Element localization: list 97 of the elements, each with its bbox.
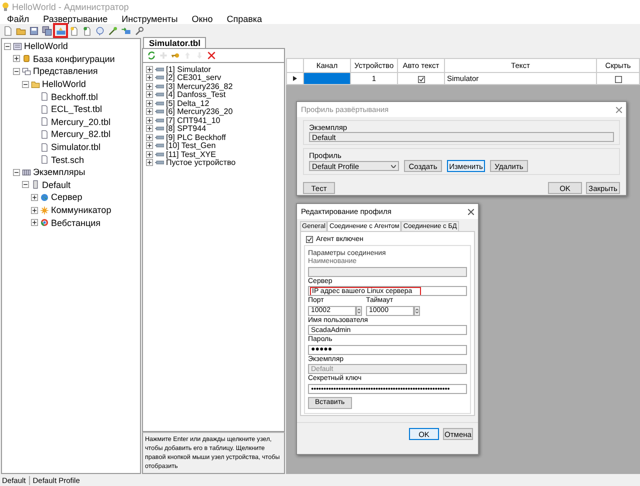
- spinner-icon[interactable]: [414, 306, 420, 316]
- tree-item[interactable]: HelloWorld: [42, 79, 86, 90]
- wand-icon[interactable]: [107, 24, 119, 36]
- collapse-icon[interactable]: [13, 68, 20, 75]
- menu-item[interactable]: Инструменты: [120, 14, 179, 24]
- upload-icon[interactable]: [54, 24, 67, 37]
- device-icon: [155, 100, 164, 106]
- tree-item[interactable]: [7] СПТ941_10: [166, 116, 220, 125]
- expand-icon[interactable]: [146, 150, 153, 158]
- windows-icon: [22, 66, 31, 76]
- tree-item[interactable]: [2] CE301_serv: [166, 73, 222, 82]
- table-cell[interactable]: [304, 72, 350, 84]
- document-icon[interactable]: [81, 24, 93, 36]
- database-icon: [22, 54, 31, 64]
- new-file-icon[interactable]: [2, 24, 14, 36]
- expand-icon[interactable]: [31, 219, 38, 226]
- tree-item[interactable]: Коммуникатор: [51, 205, 112, 216]
- document-icon[interactable]: [68, 24, 80, 36]
- tree-item[interactable]: Simulator.tbl: [51, 142, 101, 152]
- expand-icon[interactable]: [146, 91, 153, 98]
- browser-icon: [40, 218, 49, 228]
- key-icon[interactable]: [171, 51, 180, 60]
- tree-item[interactable]: Пустое устройство: [166, 158, 236, 168]
- device-icon: [155, 160, 164, 166]
- tree-item[interactable]: ECL_Test.tbl: [51, 104, 102, 114]
- device-icon: [31, 180, 40, 190]
- expand-icon[interactable]: [31, 206, 38, 214]
- folder-icon: [31, 80, 40, 89]
- lightbulb-icon: [2, 2, 9, 11]
- menu-item[interactable]: Развертывание: [42, 14, 109, 24]
- checkbox[interactable]: [614, 76, 622, 83]
- expand-icon[interactable]: [146, 116, 153, 124]
- tree-item[interactable]: Test.sch: [51, 154, 84, 165]
- server-rack-icon: [22, 168, 31, 177]
- tree-item[interactable]: [4] Danfoss_Test: [166, 90, 226, 100]
- save-all-icon[interactable]: [41, 24, 53, 36]
- tree-item[interactable]: [9] PLC Beckhoff: [166, 132, 226, 142]
- expand-icon[interactable]: [146, 108, 153, 116]
- device-icon: [155, 66, 164, 72]
- tree-item[interactable]: HelloWorld: [24, 41, 68, 52]
- collapse-icon[interactable]: [13, 168, 20, 176]
- device-icon: [155, 152, 164, 157]
- delete-icon[interactable]: [207, 51, 216, 60]
- tree-item[interactable]: Сервер: [51, 192, 82, 202]
- device-icon: [155, 126, 164, 132]
- checkbox[interactable]: [418, 76, 424, 83]
- device-icon: [155, 118, 164, 123]
- device-icon: [155, 143, 164, 148]
- expand-icon[interactable]: [146, 82, 153, 90]
- expand-icon[interactable]: [13, 55, 20, 62]
- tree-item[interactable]: Default: [42, 180, 71, 190]
- tree-item[interactable]: Экземпляры: [33, 167, 86, 178]
- menu-item[interactable]: Окно: [190, 14, 214, 24]
- expand-icon[interactable]: [146, 66, 153, 73]
- expand-icon[interactable]: [146, 125, 153, 132]
- tree-item[interactable]: Mercury_20.tbl: [51, 116, 111, 127]
- expand-icon[interactable]: [146, 159, 153, 166]
- project-icon: [13, 42, 22, 51]
- device-icon: [155, 109, 164, 114]
- device-icon: [155, 134, 164, 140]
- menu-item[interactable]: Справка: [226, 14, 264, 24]
- tree-item[interactable]: [11] Test_XYE: [166, 150, 216, 159]
- expand-icon[interactable]: [31, 194, 38, 201]
- tree-item[interactable]: Вебстанция: [51, 218, 101, 228]
- sun-icon: [40, 206, 49, 215]
- collapse-icon[interactable]: [22, 181, 29, 188]
- tab[interactable]: Simulator.tbl: [143, 37, 206, 48]
- tree-item[interactable]: [5] Delta_12: [166, 98, 210, 108]
- import-icon[interactable]: [120, 24, 132, 36]
- tree-item[interactable]: Представления: [33, 66, 98, 76]
- checkbox[interactable]: [306, 236, 313, 243]
- tree-item[interactable]: [1] Simulator: [166, 64, 211, 74]
- spinner-icon[interactable]: [356, 306, 362, 316]
- close-icon[interactable]: [468, 208, 474, 214]
- expand-icon[interactable]: [146, 134, 153, 141]
- tree-item[interactable]: Mercury_82.tbl: [51, 129, 111, 140]
- tree-item[interactable]: [10] Test_Gen: [166, 141, 216, 150]
- collapse-icon[interactable]: [4, 42, 11, 50]
- device-icon: [155, 84, 164, 89]
- tree-item[interactable]: База конфигурации: [33, 54, 115, 64]
- expand-icon[interactable]: [146, 74, 153, 82]
- tree-item[interactable]: [3] Mercury236_82: [166, 82, 233, 91]
- input-field[interactable]: [308, 266, 467, 276]
- collapse-icon[interactable]: [22, 80, 29, 88]
- expand-icon[interactable]: [146, 142, 153, 150]
- expand-icon[interactable]: [146, 100, 153, 107]
- wrench-icon[interactable]: [133, 24, 145, 36]
- tree-item[interactable]: [6] Mercury236_20: [166, 107, 233, 116]
- save-icon[interactable]: [28, 24, 40, 36]
- tree-item[interactable]: [8] SPT944: [166, 124, 206, 134]
- menu-item[interactable]: Файл: [6, 14, 30, 24]
- tree-item[interactable]: Beckhoff.tbl: [51, 92, 98, 102]
- close-icon[interactable]: [616, 106, 622, 112]
- device-icon: [155, 92, 164, 98]
- window-title: HelloWorld - Администратор: [12, 2, 129, 12]
- device-icon: [155, 75, 164, 80]
- refresh-icon[interactable]: [147, 51, 156, 60]
